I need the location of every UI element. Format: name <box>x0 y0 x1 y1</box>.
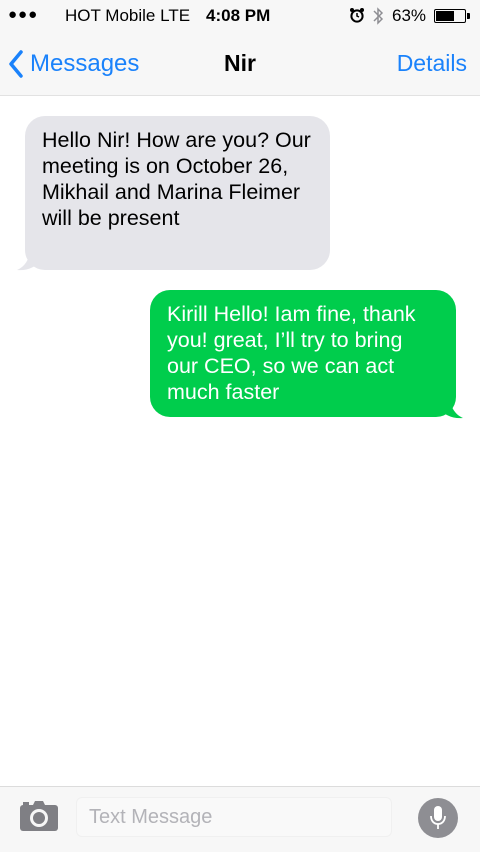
bluetooth-icon <box>372 6 384 31</box>
details-button[interactable]: Details <box>397 50 467 77</box>
microphone-icon <box>430 806 446 829</box>
carrier-name: HOT Mobile <box>65 6 156 25</box>
battery-tip <box>467 13 470 19</box>
incoming-message-bubble: Hello Nir! How are you? Our meeting is o… <box>25 116 330 270</box>
battery-percent: 63% <box>392 6 427 25</box>
network-type: LTE <box>160 6 191 25</box>
carrier-network: HOT Mobile LTE <box>65 6 190 26</box>
message-text-input[interactable] <box>76 797 392 837</box>
microphone-button[interactable] <box>418 798 458 838</box>
message-input-bar <box>0 786 480 852</box>
back-label: Messages <box>30 50 140 77</box>
back-button[interactable]: Messages <box>8 46 139 82</box>
camera-icon[interactable] <box>19 800 59 837</box>
status-time: 4:08 PM <box>206 6 271 25</box>
chevron-left-icon <box>9 50 23 78</box>
battery-level-fill <box>436 11 454 21</box>
outgoing-message-bubble: Kirill Hello! Iam fine, thank you! great… <box>150 290 456 417</box>
battery-icon <box>434 9 466 23</box>
alarm-clock-icon <box>349 7 365 28</box>
nav-bar: Messages Nir Details <box>0 40 480 88</box>
signal-dots-icon: ●●● <box>8 6 39 23</box>
conversation-title: Nir <box>224 50 256 76</box>
top-header: ●●● HOT Mobile LTE 4:08 PM 63% Messages <box>0 0 480 96</box>
status-bar: ●●● HOT Mobile LTE 4:08 PM 63% <box>0 0 480 32</box>
